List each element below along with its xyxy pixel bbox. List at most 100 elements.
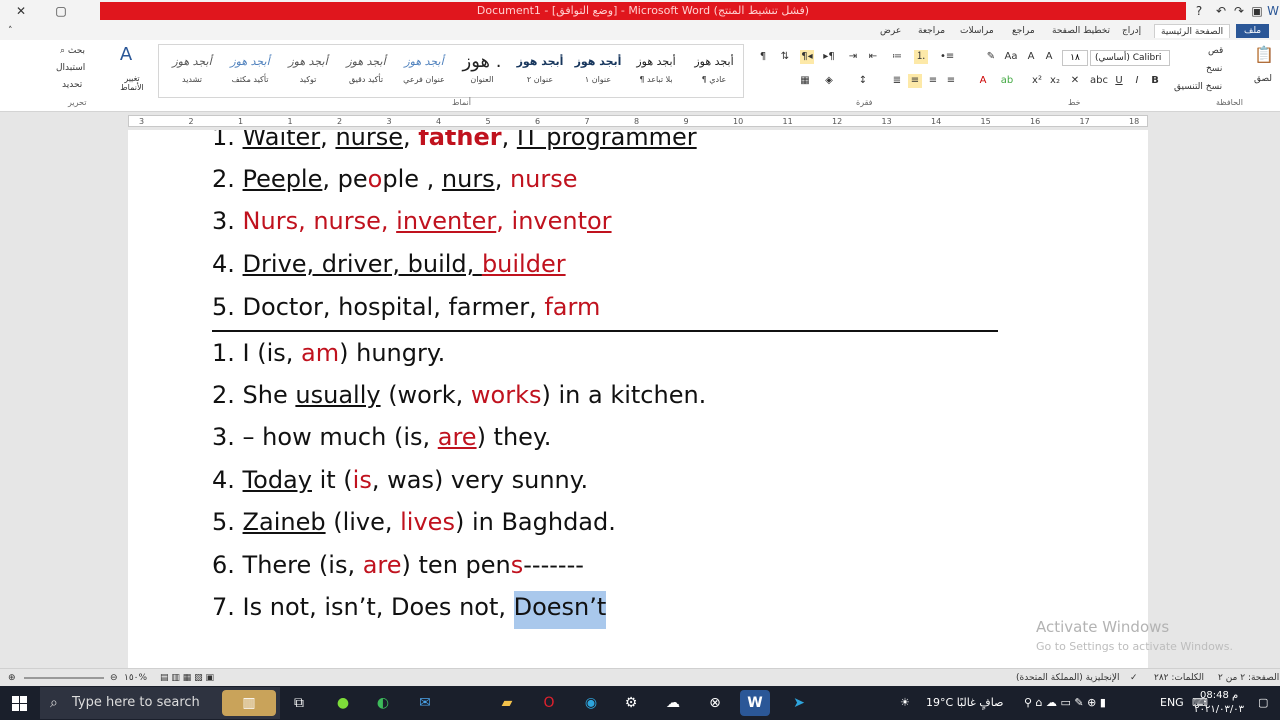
list-item[interactable]: 5. Zaineb (live, lives) in Baghdad. [212, 507, 616, 537]
document-page[interactable]: 1. Waiter, nurse, father, IT programmer 2… [128, 130, 1148, 668]
list-item[interactable]: 4. Today it (is, was) very sunny. [212, 465, 588, 495]
opera-icon[interactable]: O [534, 690, 564, 716]
bullets-icon[interactable]: •≡ [940, 50, 954, 64]
notification-icon[interactable]: ▢ [1258, 686, 1268, 720]
clock[interactable]: 08:48 م ٢٠٢١/٠٣/٠٣ [1194, 689, 1244, 717]
find-button[interactable]: ⌕ بحث [60, 44, 85, 58]
outdent-icon[interactable]: ⇤ [866, 50, 880, 64]
numbering-icon[interactable]: ⒈ [914, 50, 928, 64]
view-buttons-icon[interactable]: ▤ ▥ ▦ ▧ ▣ [160, 672, 214, 684]
settings-icon[interactable]: ⚙ [616, 690, 646, 716]
style-item[interactable]: أبجد هوز تأكيد مكثف [221, 49, 279, 93]
word-count[interactable]: الكلمات: ٢٨٢ [1154, 672, 1204, 684]
list-item[interactable]: 3. Nurs, nurse, inventer, inventor [212, 206, 612, 236]
style-item[interactable]: أبجد هوز عنوان ٢ [511, 49, 569, 93]
indent-icon[interactable]: ⇥ [846, 50, 860, 64]
list-item[interactable]: 1. I (is, am) hungry. [212, 338, 445, 368]
edge-icon[interactable]: ◉ [576, 690, 606, 716]
clear-format-icon[interactable]: ✎ [984, 50, 998, 64]
change-styles-button[interactable]: تغيير الأنماط [114, 74, 150, 92]
list-item[interactable]: 7. Is not, isn’t, Does not, Doesn’t [212, 591, 607, 629]
list-item[interactable]: 2. Peeple, people , nurs, nurse [212, 164, 578, 194]
tab-file[interactable]: ملف [1236, 24, 1270, 38]
pilcrow-icon[interactable]: ¶ [756, 50, 770, 64]
grow-font-icon[interactable]: A [1042, 50, 1056, 64]
app-green-icon[interactable]: ● [328, 690, 358, 716]
tray-icons[interactable]: ⚲ ⌂ ☁ ▭ ✎ ⊕ ▮ [1024, 686, 1106, 720]
highlight-icon[interactable]: ab [1000, 74, 1014, 88]
style-item[interactable]: أبجد هوز عنوان ١ [569, 49, 627, 93]
task-view-icon[interactable]: ⧉ [284, 690, 314, 716]
list-item[interactable]: 6. There (is, are) ten pens------- [212, 550, 584, 580]
align-left-icon[interactable]: ≡ [944, 74, 958, 88]
tab-page-layout[interactable]: تخطيط الصفحة [1052, 24, 1110, 38]
help-icon[interactable]: ? [1190, 2, 1208, 20]
close-icon[interactable]: ✕ [12, 2, 30, 20]
copy-button[interactable]: نسخ [1206, 62, 1222, 76]
underline-icon[interactable]: U [1112, 74, 1126, 88]
word-taskbar-icon[interactable]: W [740, 690, 770, 716]
superscript-icon[interactable]: x² [1030, 74, 1044, 88]
telegram-icon[interactable]: ➤ [784, 690, 814, 716]
paste-icon[interactable]: 📋 [1254, 47, 1274, 68]
replace-button[interactable]: استبدال [56, 61, 85, 75]
sort-icon[interactable]: ⇅ [778, 50, 792, 64]
edge-dev-icon[interactable]: ◐ [368, 690, 398, 716]
restore-icon[interactable]: ▢ [52, 2, 70, 20]
zoom-level[interactable]: ١٥٠% [124, 672, 147, 684]
zoom-out-icon[interactable]: ⊖ [110, 672, 118, 684]
input-language[interactable]: ENG [1160, 686, 1184, 720]
tab-references[interactable]: مراجع [1012, 24, 1035, 38]
file-explorer-icon[interactable]: ▰ [492, 690, 522, 716]
font-name-select[interactable]: (أساسي) Calibri [1090, 50, 1170, 66]
proofing-icon[interactable]: ✓ [1130, 672, 1138, 684]
multilevel-list-icon[interactable]: ≔ [890, 50, 904, 64]
line-spacing-icon[interactable]: ↕ [856, 74, 870, 88]
format-painter-button[interactable]: نسخ التنسيق [1174, 80, 1222, 94]
tab-view[interactable]: عرض [880, 24, 901, 38]
tab-review[interactable]: مراجعة [918, 24, 945, 38]
app-cloud-icon[interactable]: ☁ [658, 690, 688, 716]
shrink-font-icon[interactable]: A [1024, 50, 1038, 64]
start-button[interactable] [0, 686, 40, 720]
undo-icon[interactable]: ↶ [1212, 2, 1230, 20]
style-item[interactable]: هوز . العنوان [453, 49, 511, 93]
weather-icon[interactable]: ☀ [900, 686, 910, 720]
list-item[interactable]: 5. Doctor, hospital, farmer, farm [212, 292, 600, 322]
font-size-select[interactable]: ١٨ [1062, 50, 1088, 66]
ltr-icon[interactable]: ▸¶ [822, 50, 836, 64]
minimize-ribbon-icon[interactable]: ˄ [8, 24, 13, 38]
paste-button[interactable]: لصق [1254, 72, 1272, 86]
list-item[interactable]: 1. Waiter, nurse, father, IT programmer [212, 130, 697, 152]
borders-icon[interactable]: ▦ [798, 74, 812, 88]
style-item[interactable]: أبجد هوز ¶ بلا تباعد [627, 49, 685, 93]
select-button[interactable]: تحديد [62, 78, 82, 92]
align-center-icon[interactable]: ≡ [926, 74, 940, 88]
bold-icon[interactable]: B [1148, 74, 1162, 88]
tab-home[interactable]: الصفحة الرئيسية [1154, 24, 1231, 38]
style-item[interactable]: أبجد هوز تأكيد دقيق [337, 49, 395, 93]
subscript-icon[interactable]: x₂ [1048, 74, 1062, 88]
page-count[interactable]: الصفحة: ٢ من ٢ [1218, 672, 1279, 684]
list-item[interactable]: 2. She usually (work, works) in a kitche… [212, 380, 706, 410]
font-color-icon[interactable]: A [976, 74, 990, 88]
style-item[interactable]: أبجد هوز تشديد [163, 49, 221, 93]
style-item[interactable]: أبجد هوز عنوان فرعي [395, 49, 453, 93]
shading-icon[interactable]: ◈ [822, 74, 836, 88]
rtl-icon[interactable]: ¶◂ [800, 50, 814, 64]
language-status[interactable]: الإنجليزية (المملكة المتحدة) [1016, 672, 1120, 684]
justify-icon[interactable]: ≣ [890, 74, 904, 88]
app-circle-icon[interactable]: ⊗ [700, 690, 730, 716]
zoom-in-icon[interactable]: ⊕ [8, 672, 16, 684]
ruler-strip[interactable]: 18 17 16 15 14 13 12 11 10 9 8 7 6 5 4 3 2 1 1 2 3 [128, 115, 1148, 127]
style-item[interactable]: أبجد هوز توكيد [279, 49, 337, 93]
list-item[interactable]: 3. – how much (is, are) they. [212, 422, 551, 452]
list-item[interactable]: 4. Drive, driver, build, builder [212, 249, 566, 279]
strikethrough-icon[interactable]: ✕ [1068, 74, 1082, 88]
mail-icon[interactable]: ✉ [410, 690, 440, 716]
style-item[interactable]: أبجد هوز ¶ عادي [685, 49, 743, 93]
weather-status[interactable]: 19°C صافٍ غالبًا [926, 686, 1003, 720]
change-case-icon[interactable]: Aa [1004, 50, 1018, 64]
tab-insert[interactable]: إدراج [1122, 24, 1141, 38]
search-highlight-icon[interactable]: ▥ [222, 690, 276, 716]
